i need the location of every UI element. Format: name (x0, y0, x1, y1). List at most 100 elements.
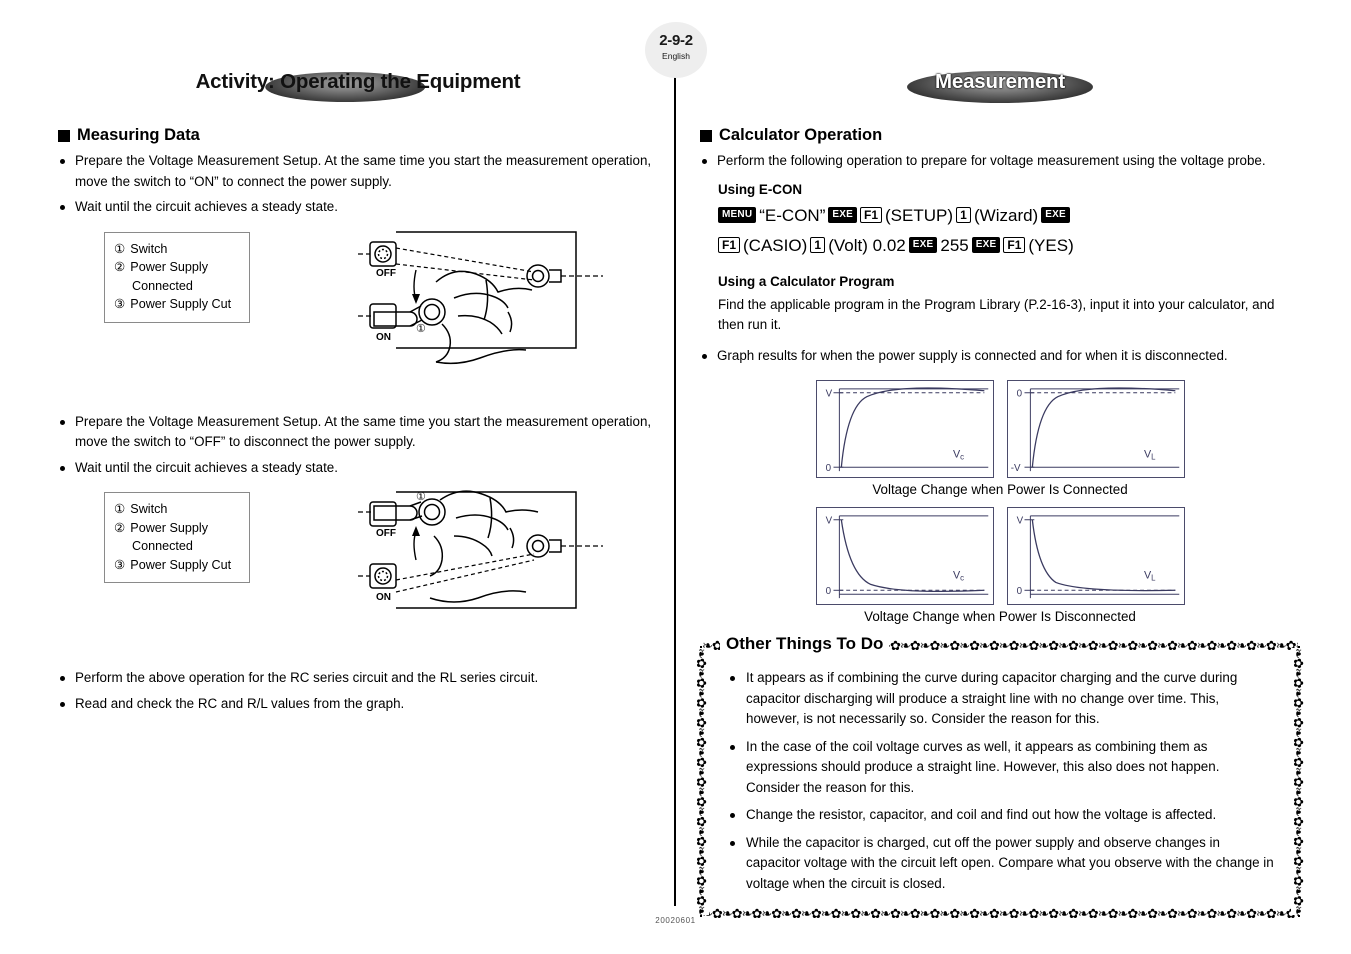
legend-row: ③ Power Supply Cut (114, 295, 240, 314)
list-item: Read and check the RC and R/L values fro… (58, 694, 658, 715)
key-sequence-text: (SETUP) (885, 205, 953, 225)
switch-off-illustration: OFF ON ③ ② ① (358, 490, 603, 609)
measuring-data-bullets-mid: Prepare the Voltage Measurement Setup. A… (58, 412, 658, 479)
ornament-border-left: ❧✿❧✿❧✿❧✿❧✿❧✿❧✿❧✿❧✿❧✿❧✿❧✿❧✿❧✿❧✿❧✿❧✿❧✿❧✿❧✿… (694, 648, 709, 915)
graph-series-label: Vc (953, 448, 964, 461)
legend-label-1: Switch (130, 241, 168, 256)
legend-row: ③ Power Supply Cut (114, 556, 240, 575)
graph-axis-label-bottom: 0 (825, 463, 831, 474)
graph-axis-label-top: V (825, 389, 832, 400)
graph-axis-label-top: 0 (1016, 389, 1022, 400)
subheading-using-econ: Using E-CON (718, 181, 803, 197)
other-things-to-do-box: ❧✿❧✿❧✿❧✿❧✿❧✿❧✿❧✿❧✿❧✿❧✿❧✿❧✿❧✿❧✿❧✿❧✿❧✿❧✿❧✿… (694, 634, 1306, 923)
legend-label-3: Power Supply Cut (130, 297, 232, 311)
calc-key-1[interactable]: 1 (810, 237, 826, 253)
graph-axis-label-top: V (825, 516, 832, 527)
key-sequence-text: (CASIO) (743, 235, 808, 255)
legend-label-2-continued: Connected (132, 278, 193, 293)
measurement-title: Measurement (935, 70, 1065, 93)
list-item: Wait until the circuit achieves a steady… (58, 458, 658, 479)
list-item: While the capacitor is charged, cut off … (728, 833, 1276, 895)
right-banner: Measurement (700, 70, 1300, 110)
legend-number-3: ③ (114, 297, 126, 311)
key-sequence-line-2: F1 (CASIO) 1 (Volt) 0.02 EXE 255 EXE F1 (YES) (718, 233, 1300, 258)
figure-label-off: OFF (376, 268, 396, 279)
legend-label-3: Power Supply Cut (130, 557, 232, 572)
calc-key-exe[interactable]: EXE (828, 207, 857, 223)
graph-results-bullets: Graph results for when the power supply … (700, 346, 1300, 367)
graph-vl-disconnected: V 0 VL (1006, 507, 1185, 605)
legend-label-2-continued: Connected (132, 539, 193, 553)
calc-key-exe[interactable]: EXE (1041, 207, 1070, 223)
right-column: Measurement Calculator Operation Perform… (694, 70, 1306, 923)
graph-axis-label-top: V (1016, 516, 1023, 527)
calc-key-f1[interactable]: F1 (1003, 237, 1026, 253)
legend-number-1: ① (114, 241, 126, 256)
key-sequence-text: “E-CON” (759, 205, 826, 225)
program-paragraph: Find the applicable program in the Progr… (718, 296, 1275, 333)
square-bullet-icon (58, 129, 70, 142)
switch-on-illustration: OFF ON ③ ② ① (358, 230, 603, 364)
figure-label-off: OFF (376, 528, 396, 539)
list-item: Perform the following operation to prepa… (700, 151, 1300, 172)
list-item: Change the resistor, capacitor, and coil… (728, 805, 1276, 826)
ornament-border-bottom: ❧✿❧✿❧✿❧✿❧✿❧✿❧✿❧✿❧✿❧✿❧✿❧✿❧✿❧✿❧✿❧✿❧✿❧✿❧✿❧✿… (702, 908, 1298, 923)
graph-series-label: Vc (953, 570, 964, 583)
list-item: Perform the above operation for the RC s… (58, 668, 658, 689)
graph-axis-label-bottom: 0 (1016, 586, 1022, 597)
figure-label-on: ON (376, 332, 391, 343)
other-things-title: Other Things To Do (720, 634, 890, 654)
legend-row: ① Switch (114, 240, 240, 259)
calc-key-f1[interactable]: F1 (859, 207, 882, 223)
legend-row: ② Power Supply (114, 258, 240, 277)
legend-number-3: ③ (114, 557, 126, 572)
calculator-intro-bullets: Perform the following operation to prepa… (700, 151, 1300, 172)
graph-caption-disconnected: Voltage Change when Power Is Disconnecte… (864, 609, 1136, 624)
legend-row: ② Power Supply (114, 519, 240, 538)
figure-label-on: ON (376, 592, 391, 603)
legend-label-2: Power Supply (130, 260, 208, 274)
graph-axis-label-bottom: 0 (825, 586, 831, 597)
key-sequence-text: (YES) (1028, 235, 1074, 255)
section-heading-calculator-operation: Calculator Operation (700, 126, 1300, 145)
list-item: Prepare the Voltage Measurement Setup. A… (58, 151, 658, 192)
legend-number-2: ② (114, 260, 126, 274)
figure-callout-1: ① (416, 491, 426, 503)
column-divider (674, 66, 676, 906)
legend-box-2: ① Switch ② Power Supply Connected ③ Powe… (104, 492, 250, 583)
section-heading-label: Measuring Data (77, 126, 200, 144)
list-item: Wait until the circuit achieves a steady… (58, 197, 658, 218)
calc-key-f1[interactable]: F1 (718, 237, 741, 253)
legend-box-1: ① Switch ② Power Supply Connected ③ Powe… (104, 231, 250, 323)
graph-axis-label-bottom: -V (1010, 463, 1020, 474)
graph-series-label: VL (1144, 448, 1156, 461)
graph-vc-disconnected: V 0 Vc (815, 507, 994, 605)
other-things-bullets: It appears as if combining the curve dur… (728, 668, 1276, 894)
section-heading-measuring-data: Measuring Data (58, 126, 658, 145)
legend-label-2: Power Supply (130, 520, 208, 535)
calc-key-1[interactable]: 1 (956, 207, 971, 223)
calc-key-exe[interactable]: EXE (971, 237, 1001, 253)
graph-row-connected: V 0 Vc 0 -V VL (700, 380, 1300, 478)
list-item: In the case of the coil voltage curves a… (728, 737, 1276, 799)
figure-block-switch-on: ① Switch ② Power Supply Connected ③ Powe… (58, 228, 658, 368)
graph-series-label: VL (1144, 570, 1156, 583)
activity-title: Activity: Operating the Equipment (195, 70, 521, 93)
page-number: 2-9-2 (659, 32, 693, 49)
calc-key-exe[interactable]: EXE (908, 237, 938, 253)
graph-caption-connected: Voltage Change when Power Is Connected (872, 482, 1128, 497)
key-sequence-text: (Volt) 0.02 (828, 235, 906, 255)
section-heading-label: Calculator Operation (719, 126, 883, 144)
graph-vc-connected: V 0 Vc (815, 380, 994, 478)
legend-row: ① Switch (114, 500, 240, 519)
graph-section: V 0 Vc 0 -V VL Voltage Change when Power… (700, 380, 1300, 624)
figure-block-switch-off: ① Switch ② Power Supply Connected ③ Powe… (58, 488, 658, 628)
calc-key-menu[interactable]: MENU (718, 207, 757, 223)
legend-number-1: ① (114, 502, 126, 516)
left-banner: Activity: Operating the Equipment (58, 70, 658, 110)
key-sequence-text: 255 (940, 235, 969, 255)
legend-label-1: Switch (130, 502, 168, 516)
subheading-using-program: Using a Calculator Program (718, 273, 895, 289)
page-language: English (662, 51, 690, 61)
list-item: Prepare the Voltage Measurement Setup. A… (58, 412, 658, 453)
